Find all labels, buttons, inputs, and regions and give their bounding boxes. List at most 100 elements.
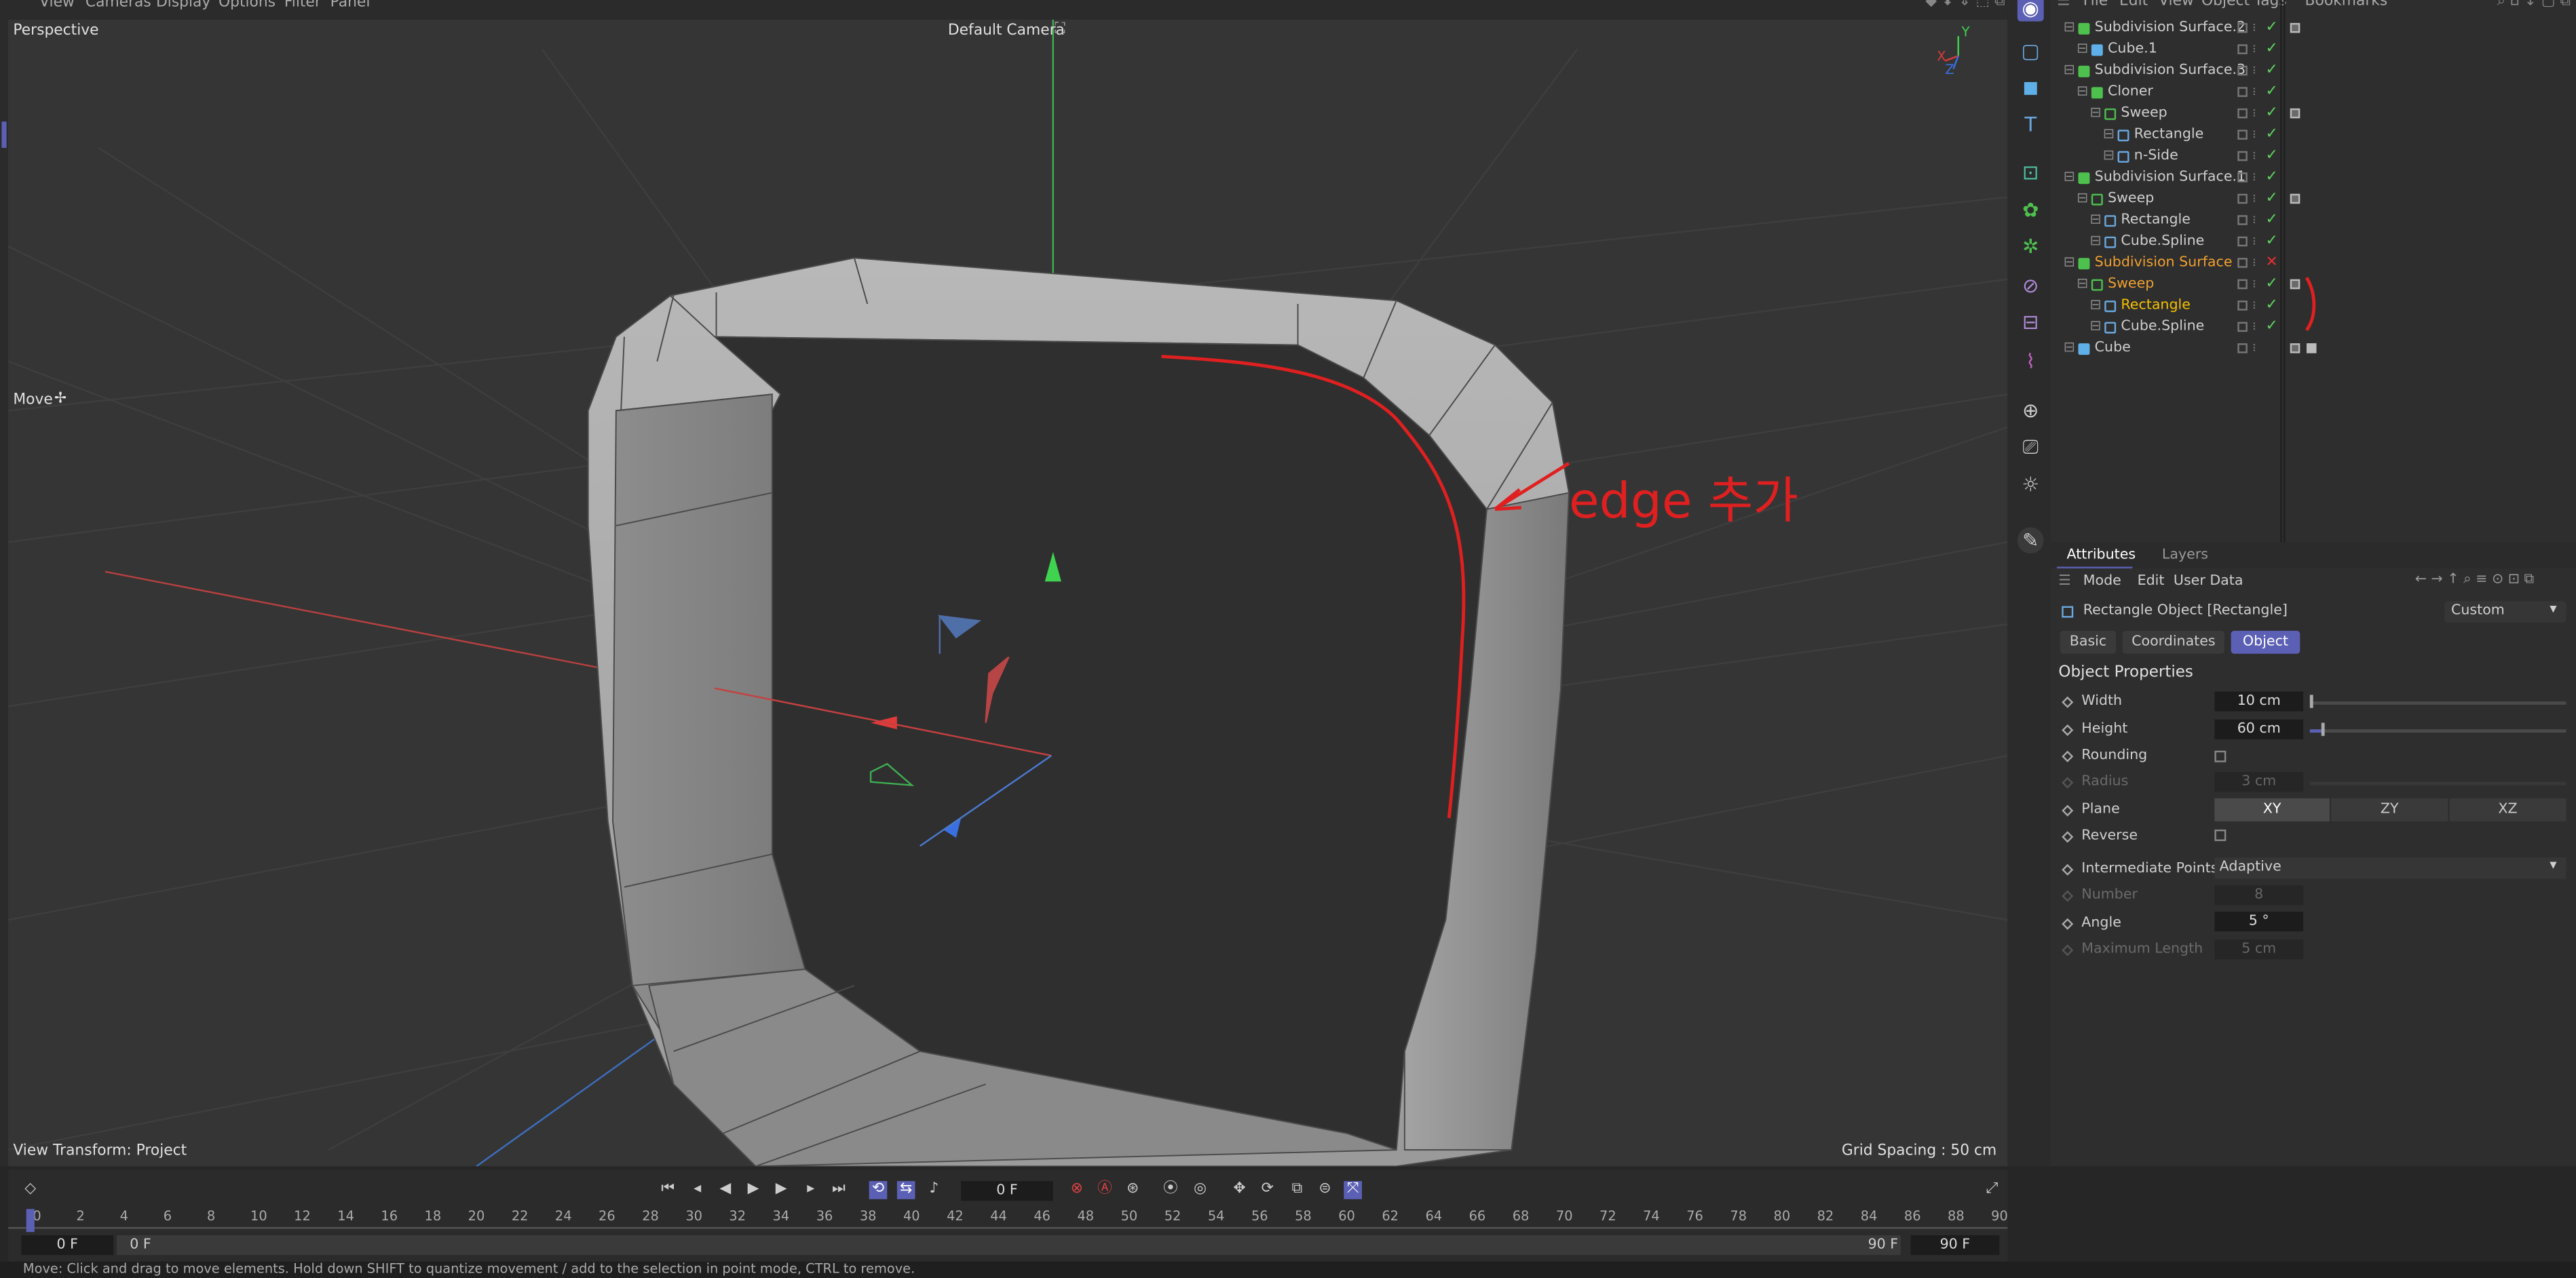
playhead[interactable] <box>26 1209 35 1233</box>
enabled-check-icon[interactable]: ✓ <box>2265 189 2277 210</box>
layer-flag-icon[interactable] <box>2237 236 2248 247</box>
layer-flag-icon[interactable] <box>2237 279 2248 290</box>
rotate-key-icon[interactable]: ⟳ <box>1258 1181 1276 1199</box>
keyframe-icon[interactable]: ◇ <box>21 1181 39 1199</box>
object-row[interactable]: ⊟ Sweep ⁝ ✓ <box>2050 189 2576 210</box>
visibility-dots-icon[interactable]: ⁝ <box>2252 189 2256 210</box>
expand-timeline-icon[interactable]: ⤢ <box>1983 1181 2001 1199</box>
menu-display[interactable]: Display <box>156 0 210 12</box>
attr-menu-userdata[interactable]: User Data <box>2174 573 2243 589</box>
tag-icon[interactable] <box>2290 343 2300 353</box>
go-to-start-button[interactable]: ⏮ <box>659 1181 677 1199</box>
scale-key-icon[interactable]: ⧉ <box>1288 1181 1306 1199</box>
layer-flag-icon[interactable] <box>2237 172 2248 182</box>
height-field[interactable]: 60 cm <box>2214 719 2304 739</box>
visibility-dots-icon[interactable]: ⁝ <box>2252 296 2256 317</box>
expand-toggle-icon[interactable]: ⊟ <box>2089 231 2101 252</box>
tag-icon[interactable] <box>2290 22 2300 33</box>
next-key-button[interactable]: ▸ <box>801 1181 820 1199</box>
object-row[interactable]: ⊟ Cube ⁝ <box>2050 338 2576 360</box>
layer-flag-icon[interactable] <box>2237 108 2248 119</box>
current-frame-field[interactable]: 0 F <box>961 1181 1053 1201</box>
layer-flag-icon[interactable] <box>2237 343 2248 353</box>
om-menu-object[interactable]: Object <box>2201 0 2250 10</box>
param-key-icon[interactable]: ⊜ <box>1316 1181 1334 1199</box>
object-row[interactable]: ⊟ Rectangle ⁝ ✓ <box>2050 125 2576 146</box>
preview-range-button[interactable]: ⇆ <box>896 1181 915 1199</box>
width-slider-thumb[interactable] <box>2309 695 2313 708</box>
height-slider[interactable] <box>2309 729 2566 733</box>
start-frame-field[interactable]: 0 F <box>21 1235 114 1256</box>
expand-toggle-icon[interactable]: ⊟ <box>2077 189 2088 210</box>
point-level-key-icon[interactable]: ⤧ <box>1344 1181 1362 1199</box>
camera-icon[interactable]: ⛶ <box>1055 21 1065 37</box>
subtab-basic[interactable]: Basic <box>2060 630 2117 654</box>
plane-zy-button[interactable]: ZY <box>2331 798 2448 821</box>
key-mode-icon[interactable]: ⦿ <box>1162 1181 1180 1199</box>
enabled-check-icon[interactable]: ✓ <box>2265 231 2277 252</box>
layer-flag-icon[interactable] <box>2237 215 2248 225</box>
light-icon[interactable]: ☼ <box>2018 471 2044 498</box>
generator-icon[interactable]: ⊡ <box>2018 159 2044 186</box>
enabled-check-icon[interactable]: ✓ <box>2265 39 2277 60</box>
enabled-check-icon[interactable]: ✓ <box>2265 61 2277 82</box>
next-frame-button[interactable]: ▶ <box>772 1181 791 1199</box>
om-menu-view[interactable]: View <box>2159 0 2194 10</box>
rounding-checkbox[interactable] <box>2214 750 2227 762</box>
expand-toggle-icon[interactable]: ⊟ <box>2089 104 2101 125</box>
sculpt-icon[interactable]: ✎ <box>2017 527 2044 554</box>
width-keyframe-icon[interactable] <box>2062 696 2074 708</box>
range-bar[interactable]: 0 F 90 F <box>116 1235 1901 1256</box>
menu-filter[interactable]: Filter <box>284 0 321 12</box>
expand-toggle-icon[interactable]: ⊟ <box>2064 253 2075 274</box>
cube-tool-icon[interactable]: ◼ <box>2018 74 2044 100</box>
layer-flag-icon[interactable] <box>2237 301 2248 311</box>
layer-flag-icon[interactable] <box>2237 22 2248 33</box>
move-key-icon[interactable]: ✥ <box>1230 1181 1249 1199</box>
go-to-end-button[interactable]: ⏭ <box>830 1181 848 1199</box>
camera-tool-icon[interactable]: ⎚ <box>2018 433 2044 460</box>
field-icon[interactable]: ⊟ <box>2018 309 2044 335</box>
width-field[interactable]: 10 cm <box>2214 691 2304 712</box>
key-interpolation-icon[interactable]: ◎ <box>1191 1181 1209 1199</box>
visibility-dots-icon[interactable]: ⁝ <box>2252 253 2256 274</box>
object-row[interactable]: ⊟ Subdivision Surface.1 ⁝ ✓ <box>2050 168 2576 189</box>
height-keyframe-icon[interactable] <box>2062 724 2074 736</box>
angle-field[interactable]: 5 ° <box>2214 911 2304 932</box>
enabled-check-icon[interactable]: ✓ <box>2265 210 2277 231</box>
intermediate-keyframe-icon[interactable] <box>2062 864 2074 876</box>
spline-pen-icon[interactable]: ⌇ <box>2018 348 2044 374</box>
loop-button[interactable]: ⟲ <box>869 1181 888 1199</box>
layer-flag-icon[interactable] <box>2237 151 2248 161</box>
object-row[interactable]: ⊟ Sweep ⁝ ✓ <box>2050 104 2576 125</box>
timeline-ruler[interactable]: 0 2 4 6 8 10 12 14 16 18 20 22 24 26 28 30 32 34 36 38 40 42 4… <box>8 1207 2008 1231</box>
expand-toggle-icon[interactable]: ⊟ <box>2064 338 2075 360</box>
subtab-coordinates[interactable]: Coordinates <box>2122 630 2224 654</box>
enabled-check-icon[interactable]: ✓ <box>2265 147 2277 168</box>
sound-icon[interactable]: ♪ <box>925 1181 943 1199</box>
layer-flag-icon[interactable] <box>2237 44 2248 54</box>
om-search-icons[interactable]: ⌕ ⌂ ↕ ▢ ⧉ <box>2497 0 2571 10</box>
attr-menu-edit[interactable]: Edit <box>2138 573 2165 589</box>
texture-tag-icon[interactable] <box>2306 343 2317 353</box>
height-slider-thumb[interactable] <box>2321 722 2325 736</box>
om-menu-file[interactable]: File <box>2083 0 2108 10</box>
reverse-keyframe-icon[interactable] <box>2062 831 2074 843</box>
prev-key-button[interactable]: ◂ <box>688 1181 706 1199</box>
object-row[interactable]: ⊟ Subdivision Surface.2 ⁝ ✓ <box>2050 18 2576 39</box>
enabled-check-icon[interactable]: ✓ <box>2265 296 2277 317</box>
visibility-dots-icon[interactable]: ⁝ <box>2252 125 2256 146</box>
enabled-check-icon[interactable]: ✓ <box>2265 104 2277 125</box>
visibility-dots-icon[interactable]: ⁝ <box>2252 317 2256 338</box>
object-row[interactable]: ⊟ Cube.1 ⁝ ✓ <box>2050 39 2576 60</box>
enabled-check-icon[interactable]: ✓ <box>2265 82 2277 103</box>
expand-toggle-icon[interactable]: ⊟ <box>2077 82 2088 103</box>
expand-toggle-icon[interactable]: ⊟ <box>2103 125 2115 146</box>
layer-flag-icon[interactable] <box>2237 322 2248 332</box>
viewport-nav-icons[interactable]: ◆ ⬍ ⇓ ⬚ ⧉ <box>1925 0 2005 10</box>
enabled-check-icon[interactable]: ✓ <box>2265 125 2277 146</box>
enabled-check-icon[interactable]: ✓ <box>2265 317 2277 338</box>
object-row[interactable]: ⊟ Cloner ⁝ ✓ <box>2050 82 2576 103</box>
visibility-dots-icon[interactable]: ⁝ <box>2252 18 2256 39</box>
attr-hamburger-icon[interactable]: ☰ <box>2058 573 2070 589</box>
